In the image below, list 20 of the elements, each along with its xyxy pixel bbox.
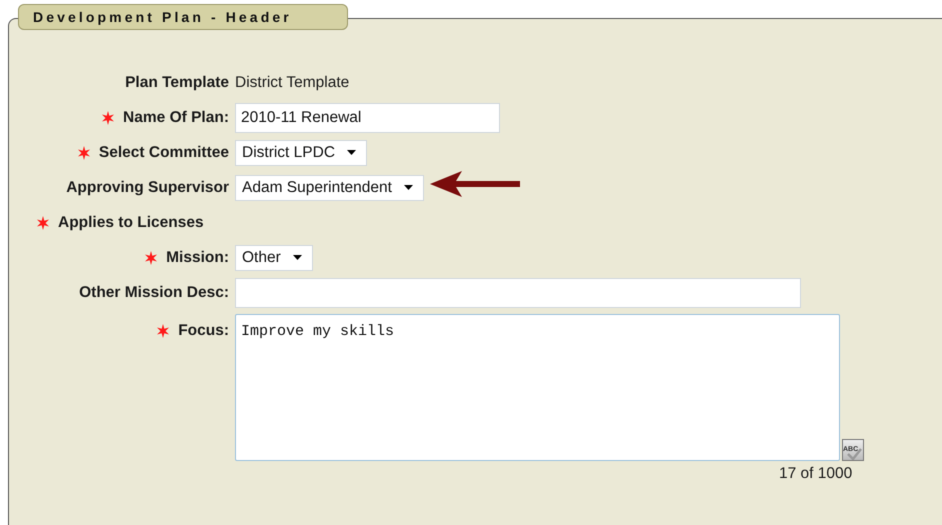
field-label: Other Mission Desc:: [79, 284, 229, 302]
caret-icon: [347, 150, 356, 155]
focus-textarea[interactable]: Improve my skills: [235, 314, 840, 461]
text-field[interactable]: [235, 278, 801, 308]
caret-icon: [404, 185, 413, 190]
field-label: Applies to Licenses: [58, 214, 204, 232]
field-label: Name Of Plan:: [123, 108, 229, 126]
field-label: Focus:: [178, 322, 229, 340]
field-value: District Template: [235, 74, 350, 92]
text-field[interactable]: 2010-11 Renewal: [235, 102, 500, 132]
dropdown[interactable]: District LPDC: [235, 140, 368, 166]
field-label: Plan Template: [125, 74, 229, 92]
field-label: Select Committee: [98, 144, 229, 162]
field-label: Approving Supervisor: [66, 178, 229, 196]
field-label: Mission:: [166, 248, 229, 266]
caret-icon: [292, 255, 302, 260]
panel-title: Development Plan - Header: [18, 4, 348, 30]
character-counter: 17 of 1000: [779, 465, 852, 482]
dropdown[interactable]: Other: [235, 244, 313, 270]
dropdown[interactable]: Adam Superintendent: [235, 174, 424, 200]
